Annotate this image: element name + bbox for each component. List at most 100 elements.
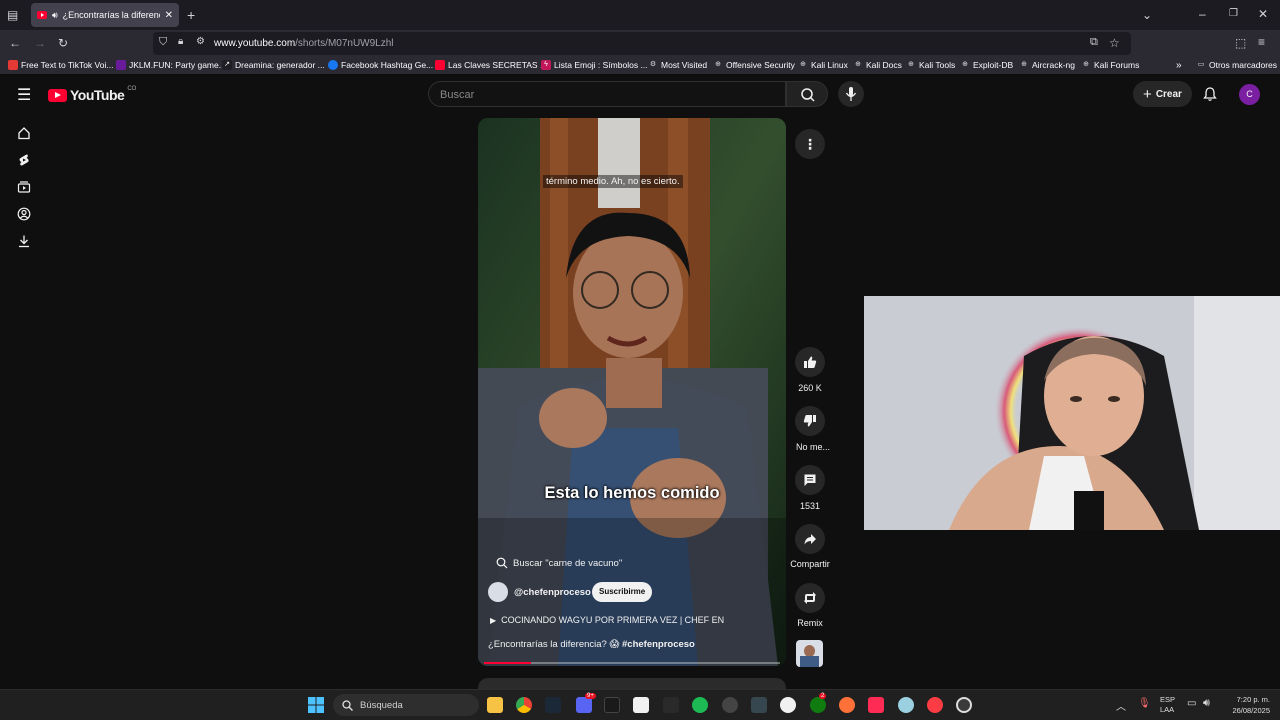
more-bookmarks-icon[interactable]: » <box>1176 60 1182 71</box>
bookmark-item[interactable]: Facebook Hashtag Ge... <box>328 60 433 70</box>
new-tab-icon[interactable]: + <box>187 8 195 22</box>
voice-search-button[interactable] <box>838 81 864 107</box>
search-suggestion[interactable]: Buscar "carne de vacuno" <box>496 557 622 569</box>
input-language[interactable]: ESP LAA <box>1160 695 1175 715</box>
terminal-icon[interactable] <box>604 697 620 713</box>
search-input[interactable]: Buscar <box>428 81 786 107</box>
notifications-bell-icon[interactable] <box>1202 86 1218 102</box>
related-video-link[interactable]: ▶ COCINANDO WAGYU POR PRIMERA VEZ | CHEF… <box>490 615 724 625</box>
create-button[interactable]: + Crear <box>1133 81 1192 107</box>
bookmark-item[interactable]: ↗ Dreamina: generador ... <box>222 60 325 70</box>
bookmark-item[interactable]: ⊕ Exploit-DB <box>960 60 1013 70</box>
clock[interactable]: 7:20 p. m. 26/08/2025 <box>1224 694 1270 716</box>
obs-icon[interactable] <box>956 697 972 713</box>
search-icon <box>496 557 508 569</box>
bookmark-item[interactable]: ⚙ Most Visited <box>648 60 707 70</box>
downloads-icon[interactable] <box>17 234 31 248</box>
url-bar[interactable]: ⛉ 🔒︎ ⚙ www.youtube.com/shorts/M07nUW9Lzh… <box>153 32 1131 55</box>
bookmark-item[interactable]: ⊕ Kali Linux <box>798 60 848 70</box>
app-icon[interactable] <box>898 697 914 713</box>
tab-overview-icon[interactable]: ▤ <box>7 9 18 21</box>
thumbnail-body <box>800 656 819 667</box>
bookmark-star-icon[interactable]: ☆ <box>1109 37 1120 49</box>
discord-icon[interactable] <box>576 697 592 713</box>
minimize-icon[interactable]: – <box>1199 8 1206 20</box>
remix-button[interactable] <box>795 583 825 613</box>
subscribe-button[interactable]: Suscribirme <box>592 582 653 602</box>
share-button[interactable] <box>795 524 825 554</box>
more-options-button[interactable]: ⋮ <box>795 129 825 159</box>
menu-icon[interactable]: ≡ <box>1258 36 1265 48</box>
back-icon[interactable]: ← <box>9 37 21 49</box>
lock-icon[interactable]: 🔒︎ <box>178 37 183 47</box>
shield-icon[interactable]: ⛉ <box>159 37 167 48</box>
bookmark-favicon-icon <box>328 60 338 70</box>
spotify-icon[interactable] <box>692 697 708 713</box>
show-hidden-icons-chevron-icon[interactable]: ︿ <box>1116 698 1126 713</box>
close-tab-icon[interactable]: ✕ <box>165 10 173 21</box>
active-tab[interactable]: 🔊︎ ¿Encontrarías la diferencia? ✕ <box>31 3 179 27</box>
home-icon[interactable] <box>17 126 31 140</box>
4k-downloader-icon[interactable] <box>722 697 738 713</box>
restore-icon[interactable]: ❐ <box>1229 9 1238 19</box>
network-icon[interactable]: ▭ <box>1187 698 1196 709</box>
short-description: ¿Encontrarías la diferencia? 😱 #chefenpr… <box>488 639 695 650</box>
volume-icon[interactable]: 🔊︎ <box>1203 697 1210 710</box>
windows-taskbar: Búsqueda 9+ 2 ︿ 🎙︎ ESP LAA ▭ 🔊︎ 7:20 p. … <box>0 689 1280 720</box>
bookmark-item[interactable]: ⊕ Kali Tools <box>906 60 955 70</box>
gear-icon: ⚙ <box>649 61 657 68</box>
youtube-play-logo-icon <box>48 88 67 102</box>
bookmark-item[interactable]: Free Text to TikTok Voi... <box>8 60 113 70</box>
firefox-icon[interactable] <box>839 697 855 713</box>
chrome-icon[interactable] <box>516 697 532 713</box>
shorts-icon[interactable] <box>17 153 31 167</box>
bookmark-item[interactable]: ⊕ Kali Forums <box>1081 60 1139 70</box>
reload-icon[interactable]: ↻ <box>58 37 68 49</box>
progress-track[interactable] <box>484 662 780 664</box>
youtube-logo[interactable]: YouTube CO <box>48 86 136 103</box>
dislike-button[interactable] <box>795 406 825 436</box>
itunes-icon[interactable] <box>927 697 943 713</box>
steam-icon[interactable] <box>545 697 561 713</box>
windows-start-icon[interactable] <box>308 697 324 713</box>
extensions-icon[interactable]: ⬚ <box>1235 37 1246 49</box>
hamburger-menu-icon[interactable]: ☰ <box>17 85 31 105</box>
subscriptions-icon[interactable] <box>17 180 31 194</box>
like-button[interactable] <box>795 347 825 377</box>
channel-avatar[interactable] <box>488 582 508 602</box>
taskbar-search[interactable]: Búsqueda <box>333 694 479 716</box>
bookmark-item[interactable]: ϟ Lista Emoji : Símbolos ... <box>541 60 648 70</box>
bookmark-item[interactable]: ⊕ Kali Docs <box>853 60 902 70</box>
forward-icon[interactable]: → <box>34 37 46 49</box>
window-close-icon[interactable]: ✕ <box>1258 8 1268 20</box>
short-video-player[interactable]: término medio. Ah, no es cierto. Esta lo… <box>478 118 786 666</box>
media-app-icon[interactable] <box>751 697 767 713</box>
bookmark-item[interactable]: ⊕ Offensive Security <box>713 60 795 70</box>
play-icon: ▶ <box>490 615 497 625</box>
microphone-in-use-icon[interactable]: 🎙︎ <box>1138 698 1151 709</box>
bookmark-favicon-icon <box>8 60 18 70</box>
audio-source-thumbnail[interactable] <box>796 640 823 667</box>
comments-button[interactable] <box>795 465 825 495</box>
other-bookmarks[interactable]: ▭ Otros marcadores <box>1196 60 1277 70</box>
capcut-icon[interactable] <box>633 697 649 713</box>
permissions-icon[interactable]: ⚙ <box>196 37 205 47</box>
tiktok-icon[interactable] <box>868 697 884 713</box>
bookmark-favicon-icon: ↗ <box>222 60 232 70</box>
hashtag-link[interactable]: #chefenproceso <box>622 639 695 650</box>
file-explorer-icon[interactable] <box>487 697 503 713</box>
search-button[interactable] <box>786 81 828 107</box>
google-icon[interactable] <box>780 697 796 713</box>
channel-name[interactable]: @chefenproceso <box>514 587 591 598</box>
epic-games-icon[interactable] <box>663 697 679 713</box>
speaker-icon[interactable]: 🔊︎ <box>52 10 58 21</box>
xbox-icon[interactable] <box>810 697 826 713</box>
tab-list-chevron-icon[interactable]: ⌄ <box>1142 9 1152 21</box>
you-account-icon[interactable] <box>17 207 31 221</box>
picture-in-picture-icon[interactable]: ⧉ <box>1090 37 1098 48</box>
account-avatar[interactable]: C <box>1239 84 1260 105</box>
youtube-favicon-icon <box>37 11 47 19</box>
bookmark-item[interactable]: JKLM.FUN: Party game... <box>116 60 226 70</box>
bookmark-item[interactable]: Las Claves SECRETAS ... <box>435 60 547 70</box>
bookmark-item[interactable]: ⊕ Aircrack-ng <box>1019 60 1075 70</box>
